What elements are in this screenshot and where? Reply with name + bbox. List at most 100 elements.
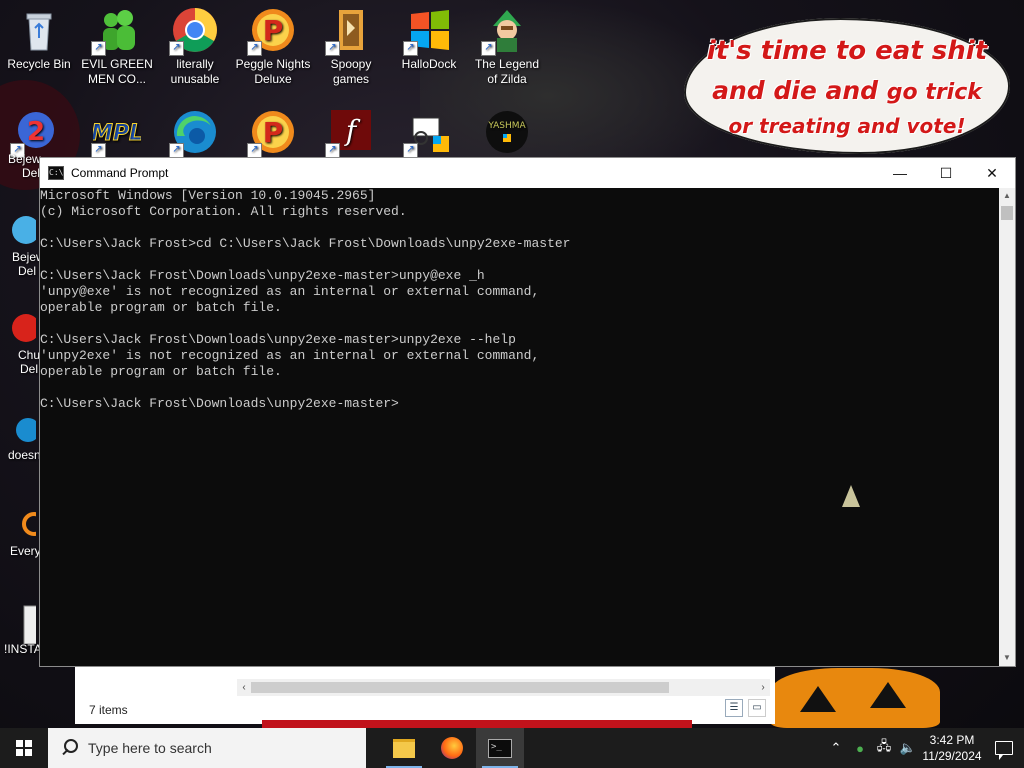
bubble-text-line2b: go trick xyxy=(886,80,982,105)
clock[interactable]: 3:42 PM 11/29/2024 xyxy=(920,732,984,764)
desktop-icon-edge[interactable]: ↗ xyxy=(157,108,233,159)
shortcut-arrow-icon: ↗ xyxy=(325,41,340,56)
details-view-icon[interactable]: ☰ xyxy=(725,699,743,717)
status-item-count: 7 items xyxy=(89,703,128,717)
desktop-icon-bejeweled-partial[interactable]: Bejew Del xyxy=(0,212,40,278)
maximize-button[interactable]: ☐ xyxy=(923,158,969,188)
chrome-icon: ↗ xyxy=(169,6,219,56)
taskbar-firefox[interactable] xyxy=(428,728,476,768)
taskbar-file-explorer[interactable] xyxy=(380,728,428,768)
desktop-icon-hallodock[interactable]: ↗ HalloDock xyxy=(391,6,467,72)
console-line: C:\Users\Jack Frost>cd C:\Users\Jack Fro… xyxy=(40,236,571,251)
people-icon[interactable]: ● xyxy=(848,741,872,756)
desktop-icon-label: !INSTA xyxy=(4,642,40,656)
desktop-icon-mpl[interactable]: MPL ↗ xyxy=(79,108,155,159)
wallpaper-red-strip xyxy=(262,720,692,728)
console-line: 'unpy@exe' is not recognized as an inter… xyxy=(40,284,540,299)
console-line: Microsoft Windows [Version 10.0.19045.29… xyxy=(40,188,376,203)
taskbar-command-prompt[interactable]: >_ xyxy=(476,728,524,768)
shortcut-arrow-icon: ↗ xyxy=(481,41,496,56)
folder-icon: ↗ xyxy=(325,6,375,56)
green-men-icon: ↗ xyxy=(91,6,141,56)
edge-icon: ↗ xyxy=(169,108,219,158)
file-explorer-window[interactable]: ‹ › 7 items ☰ ▭ xyxy=(75,667,775,724)
shortcut-arrow-icon: ↗ xyxy=(91,143,106,158)
desktop-icon-label: HalloDock xyxy=(401,57,457,71)
desktop-icon-recycle-bin[interactable]: Recycle Bin xyxy=(1,6,77,72)
scroll-left-icon[interactable]: ‹ xyxy=(237,679,251,696)
large-icons-view-icon[interactable]: ▭ xyxy=(748,699,766,717)
shortcut-arrow-icon: ↗ xyxy=(169,143,184,158)
desktop-icon-label: Recycle Bin xyxy=(7,57,71,71)
desktop-icon-chuzzle-partial[interactable]: Chu Del xyxy=(0,310,40,376)
start-button[interactable] xyxy=(0,728,48,768)
desktop-icon-install-partial[interactable]: !INSTA xyxy=(0,604,40,656)
desktop-icon-peggle[interactable]: P ↗ xyxy=(235,108,311,159)
scrollbar-thumb[interactable] xyxy=(251,682,669,693)
title-bar[interactable]: C:\ Command Prompt — ☐ ✕ xyxy=(40,158,1015,188)
taskbar: Type here to search >_ ⌃ ● 🖧 🔈 3:42 PM 1… xyxy=(0,728,1024,768)
scroll-right-icon[interactable]: › xyxy=(756,679,770,696)
desktop-icon-yashma[interactable]: YASHMA xyxy=(469,108,545,159)
search-placeholder: Type here to search xyxy=(88,740,212,756)
speech-bubble: it's time to eat shit and die and go tri… xyxy=(684,18,1010,154)
scrollbar-thumb[interactable] xyxy=(1001,206,1013,220)
desktop-icon-every-partial[interactable]: Every xyxy=(0,506,40,558)
console-line: C:\Users\Jack Frost\Downloads\unpy2exe-m… xyxy=(40,268,485,283)
folder-icon xyxy=(393,738,415,758)
bejeweled-icon: 2 ↗ xyxy=(10,108,60,158)
desktop-icon-label: Every xyxy=(10,544,40,558)
desktop-icon-doesnt-partial[interactable]: doesn xyxy=(0,410,40,462)
svg-text:P: P xyxy=(263,116,284,149)
bubble-text-line3: or treating and vote! xyxy=(728,114,966,138)
shortcut-arrow-icon: ↗ xyxy=(403,143,418,158)
scroll-up-icon[interactable]: ▲ xyxy=(999,188,1015,204)
flash-icon: f ↗ xyxy=(325,108,375,158)
volume-icon[interactable]: 🔈 xyxy=(896,740,920,756)
peggle-icon: P ↗ xyxy=(247,108,297,158)
mouse-cursor-icon xyxy=(842,485,860,507)
bubble-text-line2: and die and go trick xyxy=(684,76,1010,105)
desktop-icon-label: doesn xyxy=(8,448,40,462)
shortcut-arrow-icon: ↗ xyxy=(403,41,418,56)
network-icon: ↗ xyxy=(403,108,453,158)
yashma-icon: YASHMA xyxy=(483,108,531,156)
desktop-icon-legend-of-zilda[interactable]: ↗ The Legend of Zilda xyxy=(469,6,545,87)
desktop-icon-label: literally unusable xyxy=(170,57,220,86)
network-icon[interactable]: 🖧 xyxy=(872,737,896,759)
bubble-text-line1: it's time to eat shit xyxy=(706,36,988,66)
desktop-icon-label: Bejew xyxy=(12,250,40,264)
window-title: Command Prompt xyxy=(71,166,169,180)
chevron-up-icon[interactable]: ⌃ xyxy=(824,740,848,756)
minimize-button[interactable]: — xyxy=(877,158,923,188)
console-line: C:\Users\Jack Frost\Downloads\unpy2exe-m… xyxy=(40,332,516,347)
link-character-icon: ↗ xyxy=(481,6,531,56)
taskbar-search-box[interactable]: Type here to search xyxy=(48,728,366,768)
console-line: 'unpy2exe' is not recognized as an inter… xyxy=(40,348,540,363)
command-prompt-window[interactable]: C:\ Command Prompt — ☐ ✕ Microsoft Windo… xyxy=(39,157,1016,667)
search-icon xyxy=(60,739,78,757)
vertical-scrollbar[interactable]: ▲ ▼ xyxy=(999,188,1015,666)
desktop-icon-chrome[interactable]: ↗ literally unusable xyxy=(157,6,233,87)
svg-text:YASHMA: YASHMA xyxy=(487,121,526,131)
console-line: C:\Users\Jack Frost\Downloads\unpy2exe-m… xyxy=(40,396,399,411)
mpl-icon: MPL ↗ xyxy=(90,108,144,158)
console-output[interactable]: Microsoft Windows [Version 10.0.19045.29… xyxy=(40,188,999,666)
desktop-icon-network-tool[interactable]: ↗ xyxy=(391,108,467,159)
desktop-icon-spoopy-games[interactable]: ↗ Spoopy games xyxy=(313,6,389,87)
clock-time: 3:42 PM xyxy=(929,733,975,747)
desktop-icon-label: Del xyxy=(18,264,37,278)
desktop-icon-flash[interactable]: f ↗ xyxy=(313,108,389,159)
svg-text:P: P xyxy=(263,14,284,47)
horizontal-scrollbar[interactable]: ‹ › xyxy=(237,679,770,696)
notification-center-button[interactable] xyxy=(984,741,1024,760)
desktop-icon-evil-green-men[interactable]: ↗ EVIL GREEN MEN CO... xyxy=(79,6,155,87)
desktop-icon-peggle-nights[interactable]: P ↗ Peggle Nights Deluxe xyxy=(235,6,311,87)
bejeweled-icon xyxy=(0,212,40,248)
scroll-down-icon[interactable]: ▼ xyxy=(999,650,1015,666)
windows-start-icon xyxy=(16,740,32,756)
command-prompt-icon: >_ xyxy=(488,738,512,758)
close-button[interactable]: ✕ xyxy=(969,158,1015,188)
console-line: operable program or batch file. xyxy=(40,364,282,379)
